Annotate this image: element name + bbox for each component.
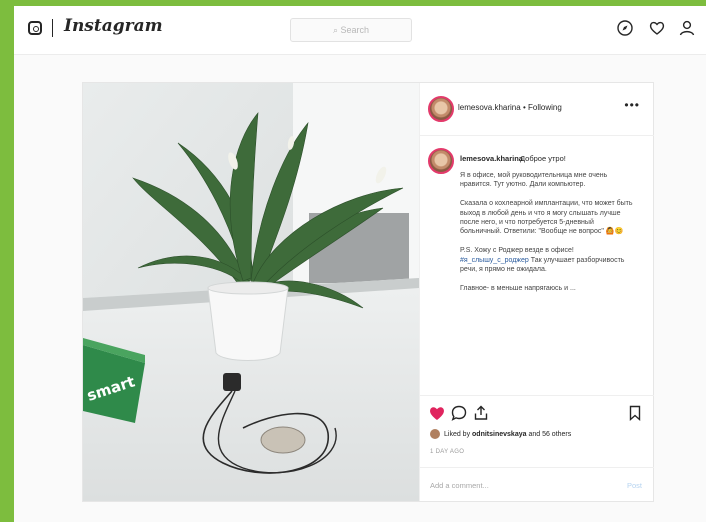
- caption-hashtag[interactable]: #я_слышу_с_роджер: [460, 257, 529, 264]
- post-header: lemesova.kharina • Following •••: [420, 83, 654, 136]
- liker-username[interactable]: odnitsinevskaya: [472, 431, 526, 438]
- comment-composer: Add a comment... Post: [420, 467, 654, 502]
- caption-greeting: Доброе утро!: [520, 154, 566, 163]
- likes-others[interactable]: and 56 others: [528, 431, 571, 438]
- post-header-text: lemesova.kharina • Following: [458, 103, 562, 112]
- logo-divider: [52, 19, 53, 37]
- office-plant-photo: smart: [83, 83, 419, 501]
- instagram-logo[interactable]: Instagram: [64, 16, 163, 36]
- instagram-window: Instagram ⌕ Search smart lemesova.kharin…: [14, 6, 706, 522]
- more-options-icon[interactable]: •••: [624, 98, 640, 112]
- heart-icon[interactable]: [648, 19, 666, 37]
- compass-icon[interactable]: [616, 19, 634, 37]
- likes-summary: Liked by odnitsinevskaya and 56 others: [430, 429, 571, 439]
- caption-text: Я в офисе, мой руководительница мне очен…: [460, 171, 636, 293]
- post-side-panel: lemesova.kharina • Following ••• lemesov…: [419, 83, 654, 501]
- post-timestamp[interactable]: 1 DAY AGO: [430, 449, 464, 455]
- caption-area: lemesova.kharina Доброе утро! Я в офисе,…: [420, 136, 654, 394]
- top-nav-bar: Instagram ⌕ Search: [14, 6, 706, 55]
- post-author-username[interactable]: lemesova.kharina: [458, 103, 521, 112]
- post-photo[interactable]: smart: [83, 83, 419, 501]
- caption-paragraph-2: Сказала о кохлеарной имплантации, что мо…: [460, 200, 633, 236]
- post-actions: [420, 395, 654, 422]
- following-status[interactable]: Following: [528, 103, 562, 112]
- add-comment-input[interactable]: Add a comment...: [430, 481, 489, 490]
- likes-prefix: Liked by: [444, 430, 471, 438]
- caption-paragraph-1: Я в офисе, мой руководительница мне очен…: [460, 172, 608, 189]
- search-placeholder: Search: [340, 25, 370, 35]
- search-icon: ⌕: [332, 25, 341, 35]
- camera-icon[interactable]: [28, 21, 42, 35]
- caption-paragraph-3: P.S. Хожу с Роджер везде в офисе!: [460, 247, 574, 255]
- post-card: smart lemesova.kharina • Following ••• l…: [82, 82, 654, 502]
- caption-paragraph-5: Главное- в меньше напрягаюсь и ...: [460, 284, 576, 292]
- search-input[interactable]: ⌕ Search: [290, 18, 412, 42]
- comment-icon[interactable]: [450, 404, 468, 422]
- bookmark-icon[interactable]: [626, 404, 644, 422]
- header-separator: •: [522, 103, 526, 112]
- liker-avatar[interactable]: [430, 429, 440, 439]
- share-icon[interactable]: [472, 404, 490, 422]
- post-comment-button[interactable]: Post: [627, 481, 642, 490]
- avatar[interactable]: [428, 96, 454, 122]
- profile-icon[interactable]: [678, 19, 696, 37]
- heart-filled-icon[interactable]: [428, 404, 446, 422]
- caption-username[interactable]: lemesova.kharina: [460, 154, 523, 163]
- caption-avatar[interactable]: [428, 148, 454, 174]
